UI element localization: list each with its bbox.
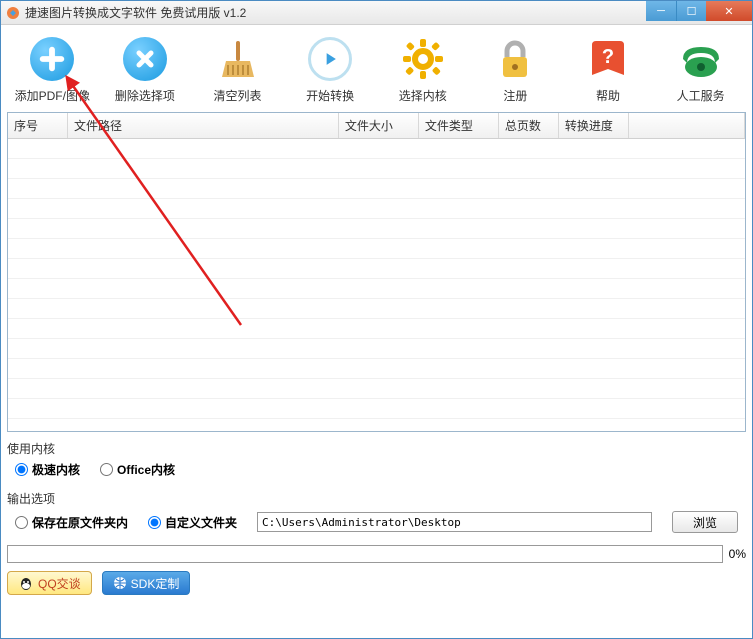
qq-chat-button[interactable]: QQ交谈 [7,571,92,595]
engine-label: 选择内核 [399,87,447,104]
file-table: 序号 文件路径 文件大小 文件类型 总页数 转换进度 [7,112,746,432]
col-progress[interactable]: 转换进度 [559,113,629,138]
plus-icon [38,45,66,73]
radio-fast-input[interactable] [15,463,28,476]
maximize-button[interactable]: ☐ [676,1,706,21]
engine-button[interactable]: 选择内核 [380,35,467,104]
service-label: 人工服务 [677,87,725,104]
qq-icon [18,575,34,591]
titlebar: 捷速图片转换成文字软件 免费试用版 v1.2 ─ ☐ ✕ [1,1,752,25]
radio-same-folder[interactable]: 保存在原文件夹内 [15,514,128,531]
content-area: 添加PDF/图像 删除选择项 清空列表 开始转换 选择内核 注册 [1,25,752,638]
radio-same-input[interactable] [15,516,28,529]
col-type[interactable]: 文件类型 [419,113,499,138]
table-body[interactable] [8,139,745,432]
bottom-buttons: QQ交谈 SDK定制 [7,571,746,595]
browse-button[interactable]: 浏览 [672,511,738,533]
globe-icon [113,576,127,590]
radio-fast-engine[interactable]: 极速内核 [15,461,80,478]
help-button[interactable]: ? 帮助 [565,35,652,104]
help-label: 帮助 [596,87,620,104]
lock-icon [495,37,535,81]
help-book-icon: ? [586,37,630,81]
col-pages[interactable]: 总页数 [499,113,559,138]
minimize-button[interactable]: ─ [646,1,676,21]
svg-text:?: ? [602,46,614,68]
register-button[interactable]: 注册 [472,35,559,104]
col-path[interactable]: 文件路径 [68,113,339,138]
progress-row: 0% [7,545,746,563]
x-icon [133,47,157,71]
output-radio-row: 保存在原文件夹内 自定义文件夹 浏览 [7,507,746,537]
radio-custom-input[interactable] [148,516,161,529]
delete-label: 删除选择项 [115,87,175,104]
window-controls: ─ ☐ ✕ [646,1,752,21]
engine-radio-row: 极速内核 Office内核 [7,457,746,482]
output-path-input[interactable] [257,512,652,532]
register-label: 注册 [503,87,527,104]
window-title: 捷速图片转换成文字软件 免费试用版 v1.2 [25,4,752,21]
main-toolbar: 添加PDF/图像 删除选择项 清空列表 开始转换 选择内核 注册 [7,31,746,112]
progress-percent: 0% [729,547,746,561]
app-icon [5,5,21,21]
col-size[interactable]: 文件大小 [339,113,419,138]
add-file-button[interactable]: 添加PDF/图像 [9,35,96,104]
start-label: 开始转换 [306,87,354,104]
gear-icon [401,37,445,81]
delete-button[interactable]: 删除选择项 [102,35,189,104]
table-header: 序号 文件路径 文件大小 文件类型 总页数 转换进度 [8,113,745,139]
radio-office-engine[interactable]: Office内核 [100,461,175,478]
add-label: 添加PDF/图像 [15,87,90,104]
sdk-button[interactable]: SDK定制 [102,571,191,595]
clear-button[interactable]: 清空列表 [194,35,281,104]
col-seq[interactable]: 序号 [8,113,68,138]
service-button[interactable]: 人工服务 [657,35,744,104]
phone-icon [679,37,723,81]
radio-custom-folder[interactable]: 自定义文件夹 [148,514,237,531]
clear-label: 清空列表 [214,87,262,104]
app-window: 捷速图片转换成文字软件 免费试用版 v1.2 ─ ☐ ✕ 添加PDF/图像 删除… [0,0,753,639]
progress-bar [7,545,723,563]
broom-icon [216,37,260,81]
close-button[interactable]: ✕ [706,1,752,21]
start-button[interactable]: 开始转换 [287,35,374,104]
radio-office-input[interactable] [100,463,113,476]
engine-section-label: 使用内核 [7,440,746,457]
play-icon [320,49,340,69]
output-section-label: 输出选项 [7,490,746,507]
col-spacer [629,113,745,138]
